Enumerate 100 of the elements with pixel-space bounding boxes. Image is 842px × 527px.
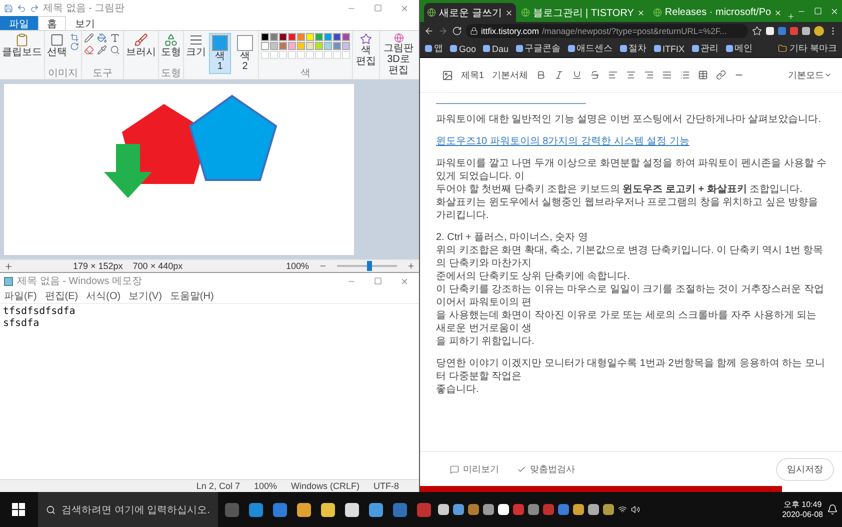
bookmark-star-icon: [752, 26, 762, 36]
align-left-icon: [608, 70, 618, 80]
select-button[interactable]: 선택: [47, 33, 67, 58]
ribbon-tab[interactable]: 파일: [0, 16, 38, 30]
menu-item[interactable]: 보기(V): [128, 289, 162, 303]
app-icon[interactable]: [603, 504, 614, 515]
bookmark[interactable]: Dau: [483, 44, 509, 54]
bookmark[interactable]: 메인: [726, 42, 753, 55]
color-slot[interactable]: 색 1: [209, 33, 231, 74]
paragraph-line: 위의 키조합은 화면 확대, 축소, 기본값으로 변경 단축키입니다. 이 단축키 역시 1번 항목의 단축키와 마찬가지: [436, 244, 824, 270]
other-bookmarks[interactable]: 기타 북마크: [778, 42, 837, 55]
zoom-thumb[interactable]: [367, 261, 372, 271]
new-tab-icon: [787, 11, 795, 22]
palette-swatch[interactable]: [342, 33, 350, 41]
brush-button[interactable]: 브러시: [126, 33, 156, 58]
palette-swatch[interactable]: [342, 42, 350, 50]
shapes-button[interactable]: 도형: [161, 33, 181, 58]
menu-item[interactable]: 서식(O): [86, 289, 121, 303]
app-icon[interactable]: [321, 502, 335, 516]
bookmark[interactable]: ITFIX: [654, 44, 685, 54]
bookmark[interactable]: 구글콘솔: [516, 42, 561, 55]
paragraph-line: 파워토이를 깔고 나면 두개 이상으로 화면분할 설정을 하여 파워토이 펜시존을 사용할 수 있게 되었습니다. 이: [436, 157, 828, 183]
app-icon[interactable]: [453, 504, 464, 515]
palette-swatch[interactable]: [315, 42, 323, 50]
app-icon[interactable]: [297, 502, 311, 516]
search-field[interactable]: 검색하려면 여기에 입력하십시오.: [38, 492, 218, 527]
app-icon[interactable]: [573, 504, 584, 515]
menu-item[interactable]: 파일(F): [4, 289, 37, 303]
bookmark[interactable]: Goo: [450, 44, 476, 54]
pencil-icon: [84, 33, 94, 43]
redo-icon: [30, 4, 39, 12]
app-icon[interactable]: [369, 502, 383, 516]
bookmark[interactable]: 절차: [620, 42, 647, 55]
palette-swatch[interactable]: [297, 33, 305, 41]
heading-dropdown[interactable]: 제목1: [461, 68, 484, 82]
drawing-canvas[interactable]: [4, 84, 354, 255]
palette-swatch[interactable]: [270, 33, 278, 41]
browser-tab[interactable]: 새로운 글쓰기: [424, 3, 516, 22]
palette-swatch[interactable]: [324, 42, 332, 50]
app-icon[interactable]: [588, 504, 599, 515]
palette-swatch[interactable]: [270, 42, 278, 50]
app-icon[interactable]: [483, 504, 494, 515]
palette-swatch[interactable]: [315, 33, 323, 41]
bookmark[interactable]: 애드센스: [568, 42, 613, 55]
paragraph-line: 준에서의 단축키도 상위 단축키에 속합니다.: [436, 270, 631, 283]
volume-icon: [631, 505, 640, 514]
rotate-icon: [70, 42, 79, 51]
preview-icon: [450, 464, 459, 474]
brush-icon: [134, 33, 148, 47]
app-icon[interactable]: [345, 502, 359, 516]
palette-swatch[interactable]: [288, 42, 296, 50]
maximize-icon: [374, 4, 382, 12]
menu-item[interactable]: 편집(E): [44, 289, 78, 303]
bookmark[interactable]: 관리: [692, 42, 719, 55]
group-label: 이미지: [48, 68, 78, 79]
close-icon: [400, 276, 409, 286]
palette-swatch[interactable]: [333, 42, 341, 50]
paragraph-line: 을 사용했는데 화면이 작아진 이유로 가로 또는 세로의 스크롤바를 자주 사용하게 되는 새로운 번거로움이 생: [436, 309, 818, 335]
palette-swatch[interactable]: [297, 42, 305, 50]
palette-swatch[interactable]: [333, 33, 341, 41]
address-bar[interactable]: ittfix.tistory.com /manage/newpost/?type=post&returnURL=%2F...: [466, 24, 748, 38]
forward-icon: [438, 26, 448, 36]
zoom-in-icon: [407, 262, 415, 270]
palette-swatch[interactable]: [306, 33, 314, 41]
font-dropdown[interactable]: 기본서체: [492, 68, 528, 82]
size-button[interactable]: 크기: [186, 33, 206, 58]
palette-swatch[interactable]: [279, 42, 287, 50]
edit-colors-button[interactable]: 색 편집: [355, 33, 377, 67]
list-icon: [680, 70, 690, 80]
palette-swatch[interactable]: [288, 33, 296, 41]
menu-item[interactable]: 도움말(H): [170, 289, 214, 303]
mode-dropdown[interactable]: 기본모드: [788, 68, 832, 82]
preview-button[interactable]: 미리보기: [450, 462, 499, 476]
app-icon[interactable]: [498, 504, 509, 515]
article-link[interactable]: 윈도우즈10 파워토이의 8가지의 강력한 시스템 설정 기능: [436, 135, 828, 148]
palette-swatch[interactable]: [261, 42, 269, 50]
browser-tab[interactable]: 블로그관리 | TISTORY: [518, 3, 648, 22]
ribbon-tab[interactable]: 홈: [38, 16, 66, 30]
browser-tab[interactable]: Releases · microsoft/Po: [650, 3, 786, 22]
palette-swatch[interactable]: [324, 33, 332, 41]
color-slot[interactable]: 색 2: [234, 33, 256, 74]
profile-avatar[interactable]: [814, 26, 824, 36]
clipboard-button[interactable]: 클립보드: [2, 33, 42, 58]
app-icon[interactable]: [438, 504, 449, 515]
table-icon: [698, 70, 708, 80]
bookmark[interactable]: 앱: [425, 42, 443, 55]
crop-icon: [70, 33, 79, 42]
paragraph-line: 좋습니다.: [436, 383, 480, 396]
palette-swatch[interactable]: [279, 33, 287, 41]
tab-close-icon: [636, 8, 645, 16]
paint-3d-button[interactable]: 그림판 3D로 편집: [382, 33, 415, 76]
eraser-icon: [84, 45, 94, 55]
palette-swatch[interactable]: [306, 42, 314, 50]
palette-swatch[interactable]: [261, 33, 269, 41]
windows-logo-icon[interactable]: [12, 502, 26, 516]
clock-date: 2020-06-08: [782, 510, 823, 520]
underline-icon: [572, 70, 582, 80]
site-icon: [427, 8, 436, 17]
spellcheck-button[interactable]: 맞춤법검사: [517, 462, 575, 476]
draft-save-button[interactable]: 임시저장: [776, 458, 834, 480]
